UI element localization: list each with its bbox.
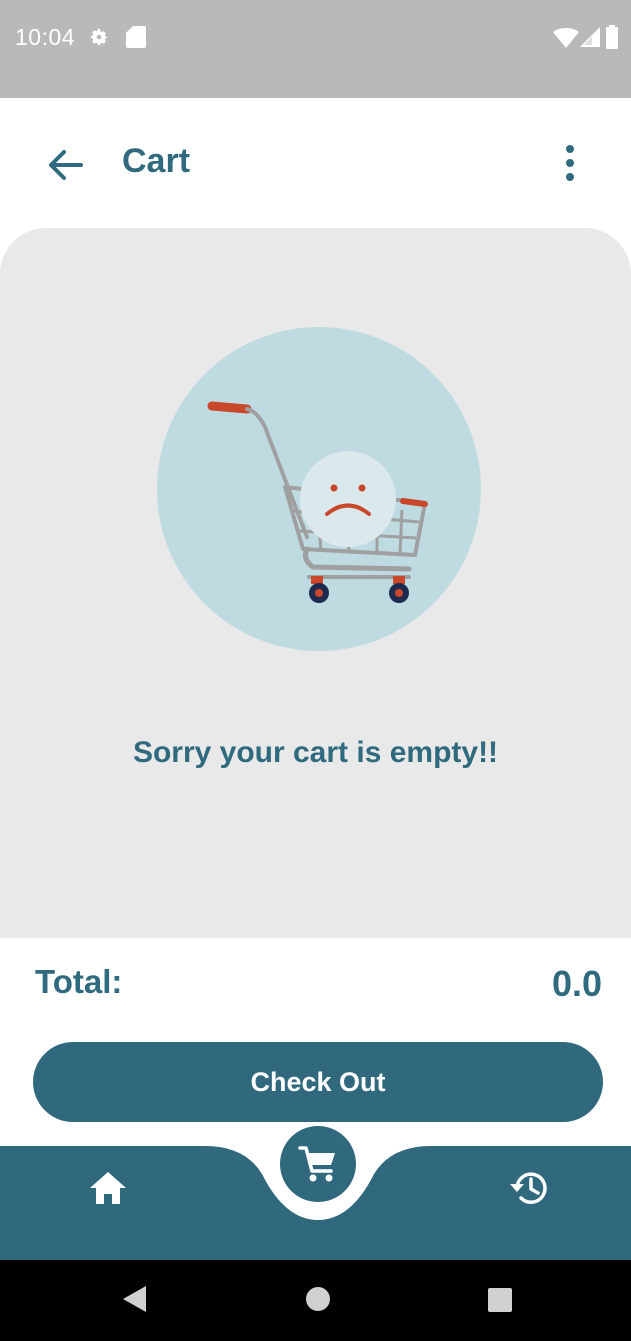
back-button[interactable] [40, 140, 90, 190]
system-recents-button[interactable] [487, 1287, 513, 1318]
checkout-button[interactable]: Check Out [33, 1042, 603, 1122]
triangle-back-icon [123, 1286, 146, 1312]
signal-icon [580, 27, 600, 52]
history-icon [510, 1172, 547, 1204]
circle-home-icon [306, 1287, 330, 1311]
more-vert-icon-dot [566, 159, 574, 167]
nav-history-button[interactable] [503, 1162, 555, 1214]
settings-icon [88, 26, 110, 53]
cart-content-area: Sorry your cart is empty!! [0, 228, 631, 938]
total-value: 0.0 [551, 963, 602, 1004]
battery-icon [606, 25, 618, 54]
wifi-icon [553, 28, 579, 53]
system-navigation-bar [0, 1260, 631, 1341]
cart-icon [298, 1146, 335, 1182]
status-time: 10:04 [15, 24, 76, 50]
empty-cart-illustration [157, 327, 481, 651]
system-home-button[interactable] [305, 1286, 331, 1317]
arrow-back-icon [49, 150, 83, 180]
page-title: Cart [122, 142, 191, 180]
system-back-button[interactable] [120, 1284, 148, 1319]
nav-home-button[interactable] [82, 1164, 134, 1212]
status-bar: 10:04 [0, 0, 631, 98]
app-bar: Cart [0, 98, 631, 230]
empty-cart-message: Sorry your cart is empty!! [132, 736, 499, 769]
square-recents-icon [488, 1288, 512, 1312]
more-vert-icon-dot [566, 145, 574, 153]
home-icon [90, 1172, 126, 1204]
nav-cart-button[interactable] [280, 1126, 356, 1202]
bottom-navigation [0, 1126, 631, 1260]
more-vert-icon-dot [566, 173, 574, 181]
more-options-button[interactable] [550, 138, 590, 188]
sd-card-icon [126, 26, 146, 53]
total-label: Total: [35, 963, 123, 1000]
